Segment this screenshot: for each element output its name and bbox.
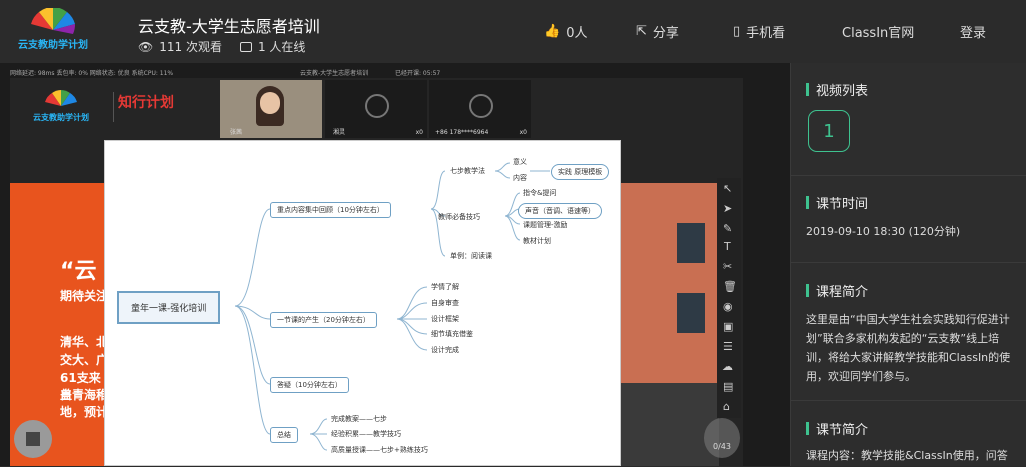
classroom-logo-1: 云支教助学计划 bbox=[26, 90, 96, 124]
svg-text:云支教助学计划: 云支教助学计划 bbox=[33, 112, 89, 122]
course-intro: 这里是由“中国大学生社会实践知行促进计划”联合多家机构发起的“云支教”线上培训，… bbox=[806, 313, 1011, 383]
divider bbox=[790, 262, 1026, 263]
record-icon[interactable]: ◉ bbox=[723, 300, 733, 313]
pointer-icon[interactable]: ↖ bbox=[723, 182, 732, 195]
mindmap-leaf: 设计框架 bbox=[431, 315, 459, 323]
whiteboard-toolbar: ↖ ➤ ✎ T ✂ 🗑 ◉ ▣ ☰ ☁ ▤ ⌂ bbox=[717, 178, 741, 418]
camera-off-icon bbox=[469, 94, 493, 118]
views-count: 👁 111 次观看 bbox=[138, 39, 222, 55]
like-button[interactable]: 👍 0人 bbox=[544, 22, 587, 41]
floating-menu-button[interactable] bbox=[14, 420, 52, 458]
share-icon: ⇱ bbox=[636, 24, 647, 39]
logo-text: 云支教助学计划 bbox=[18, 38, 88, 51]
thumb-up-icon: 👍 bbox=[544, 24, 561, 39]
eye-icon: 👁 bbox=[138, 39, 154, 54]
layers-icon bbox=[26, 432, 40, 446]
play-icon bbox=[239, 41, 252, 52]
page-title: 云支教-大学生志愿者培训 bbox=[138, 17, 320, 36]
divider bbox=[790, 175, 1026, 176]
mindmap-leaf: 完成教案——七步 bbox=[331, 415, 387, 423]
select-icon[interactable]: ➤ bbox=[723, 202, 732, 215]
mindmap-leaf: 指令&提问 bbox=[523, 189, 557, 197]
mindmap-node: 单例：阅读课 bbox=[450, 252, 492, 260]
video-list-heading: 视频列表 bbox=[806, 80, 868, 99]
login-button[interactable]: 登录 bbox=[960, 22, 986, 41]
chat-icon[interactable]: ☰ bbox=[723, 340, 733, 353]
mindmap-branch: 总结 bbox=[270, 427, 298, 443]
participant-tile-2[interactable]: 湘灵 x0 bbox=[325, 80, 427, 138]
share-button[interactable]: ⇱ 分享 bbox=[636, 22, 679, 41]
divider bbox=[790, 400, 1026, 401]
mindmap-note: 实践 原理模板 bbox=[551, 164, 610, 180]
camera-icon[interactable]: ⌂ bbox=[723, 400, 730, 413]
mindmap-branch: 一节课的产生（20分钟左右） bbox=[270, 312, 377, 328]
mindmap-leaf: 细节填充借鉴 bbox=[431, 330, 473, 338]
mindmap-leaf: 设计完成 bbox=[431, 346, 459, 354]
mindmap-node: 教师必备技巧 bbox=[438, 213, 480, 221]
mindmap-branch: 答疑（10分钟左右） bbox=[270, 377, 349, 393]
mindmap-document: 童年一课-强化培训 重点内容集中回顾（10分钟左右） 七步教学法 意义 内容 实… bbox=[104, 140, 621, 466]
classin-official-link[interactable]: ClassIn官网 bbox=[842, 22, 914, 41]
lesson-time-heading: 课节时间 bbox=[806, 193, 868, 212]
classroom-status-bar: 网络延迟: 98ms 丢包率: 0% 网络状态: 优良 系统CPU: 11% 云… bbox=[10, 70, 441, 77]
video-item-1[interactable]: 1 bbox=[808, 110, 850, 152]
mindmap-branch: 重点内容集中回顾（10分钟左右） bbox=[270, 202, 391, 218]
mindmap-node: 七步教学法 bbox=[450, 167, 485, 175]
mindmap-leaf: 意义 bbox=[513, 158, 527, 166]
camera-off-icon bbox=[365, 94, 389, 118]
mindmap-leaf: 自身审查 bbox=[431, 299, 459, 307]
mindmap-leaf: 学情了解 bbox=[431, 283, 459, 291]
image-icon[interactable]: ▣ bbox=[723, 320, 733, 333]
course-intro-heading: 课程简介 bbox=[806, 281, 868, 300]
toolbox-icon[interactable]: ▤ bbox=[723, 380, 733, 393]
lesson-intro-heading: 课节简介 bbox=[806, 419, 868, 438]
mindmap-root: 童年一课-强化培训 bbox=[117, 291, 221, 324]
mindmap-leaf: 高质量授课——七步+熟练技巧 bbox=[331, 446, 428, 454]
lesson-intro: 课程内容：教学技能&ClassIn使用，问答 bbox=[806, 449, 1008, 462]
participant-tile-teacher[interactable]: 张茜 bbox=[220, 80, 322, 138]
hand-raise-button[interactable]: 0/43 bbox=[704, 418, 740, 458]
mindmap-leaf: 经验积累——教学技巧 bbox=[331, 430, 401, 438]
mobile-view-button[interactable]: ▯ 手机看 bbox=[733, 22, 785, 41]
mindmap-leaf: 教材计划 bbox=[523, 237, 551, 245]
phone-icon: ▯ bbox=[733, 24, 741, 39]
cloud-icon[interactable]: ☁ bbox=[722, 360, 733, 373]
classroom-logo-2: 知行计划 bbox=[113, 92, 183, 122]
top-bar: 云支教助学计划 云支教-大学生志愿者培训 👁 111 次观看 1 人在线 👍 0人… bbox=[0, 0, 1026, 63]
mindmap-leaf: 内容 bbox=[513, 174, 527, 182]
mindmap-leaf: 声音（音调、语速等） bbox=[518, 203, 602, 219]
pen-icon[interactable]: ✎ bbox=[723, 222, 732, 235]
text-icon[interactable]: T bbox=[724, 240, 731, 253]
lesson-time: 2019-09-10 18:30 (120分钟) bbox=[806, 225, 961, 238]
site-logo[interactable]: 云支教助学计划 bbox=[8, 8, 98, 56]
online-count: 1 人在线 bbox=[239, 38, 305, 55]
classroom-photo bbox=[621, 183, 719, 466]
scissors-icon[interactable]: ✂ bbox=[723, 260, 732, 273]
mindmap-leaf: 课题管理-激励 bbox=[523, 221, 568, 229]
participant-tile-3[interactable]: +86 178****6964 x0 bbox=[429, 80, 531, 138]
trash-icon[interactable]: 🗑 bbox=[723, 280, 737, 293]
teacher-face bbox=[260, 92, 280, 114]
